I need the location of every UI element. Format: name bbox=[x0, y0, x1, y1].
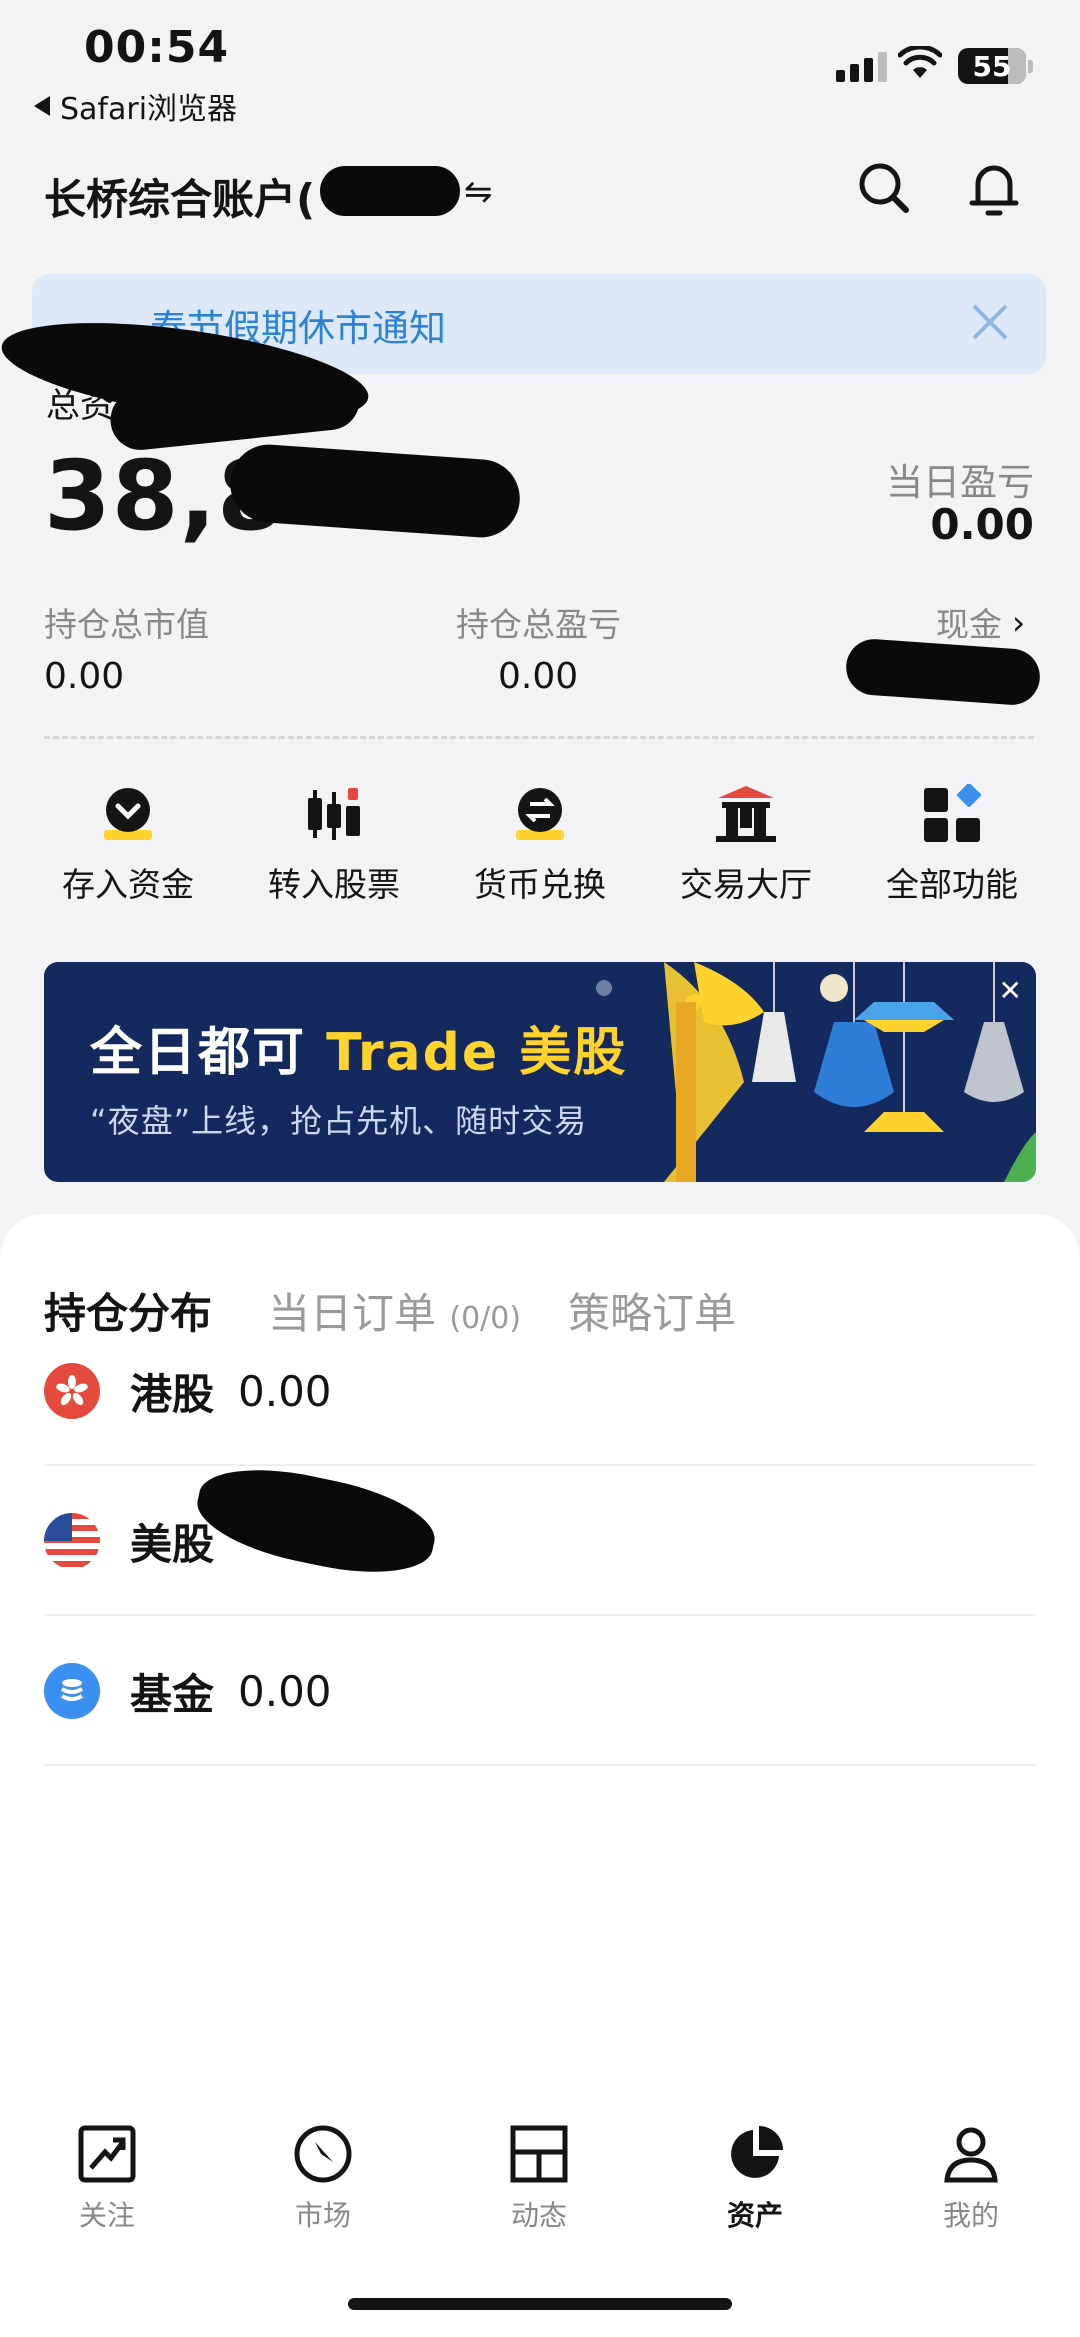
cash-link[interactable]: 现金 › bbox=[936, 598, 1025, 646]
holding-row-us[interactable]: 美股 bbox=[44, 1468, 1036, 1616]
divider bbox=[44, 736, 1034, 739]
nav-assets[interactable]: 资产 bbox=[690, 2124, 820, 2234]
market-value: 0.00 bbox=[44, 656, 125, 697]
exchange-icon bbox=[516, 788, 564, 840]
profile-icon bbox=[944, 2127, 998, 2183]
pie-chart-icon bbox=[731, 2126, 783, 2178]
candlestick-icon bbox=[308, 788, 360, 840]
account-name: 长桥综合账户( bbox=[44, 175, 316, 224]
all-functions-label: 全部功能 bbox=[886, 865, 1018, 904]
transfer-stock-button[interactable]: 转入股票 bbox=[254, 784, 414, 906]
market-value-label: 持仓总市值 bbox=[44, 605, 209, 644]
search-icon[interactable] bbox=[856, 160, 912, 220]
home-indicator[interactable] bbox=[348, 2298, 732, 2310]
nav-label: 市场 bbox=[294, 2199, 351, 2232]
deposit-icon bbox=[104, 788, 152, 840]
fund-icon bbox=[44, 1663, 100, 1719]
total-pnl-value: 0.00 bbox=[498, 656, 579, 697]
redaction bbox=[844, 637, 1042, 707]
redaction bbox=[320, 166, 460, 216]
battery-tip bbox=[1028, 60, 1033, 73]
banner-close-icon[interactable]: ✕ bbox=[999, 974, 1022, 1007]
day-pnl-value: 0.00 bbox=[930, 500, 1034, 549]
all-functions-button[interactable]: 全部功能 bbox=[872, 784, 1032, 906]
trading-hall-label: 交易大厅 bbox=[680, 865, 812, 904]
holding-name: 美股 bbox=[130, 1519, 215, 1569]
trading-hall-button[interactable]: 交易大厅 bbox=[666, 784, 826, 906]
holding-row-fund[interactable]: 基金 0.00 bbox=[44, 1618, 1036, 1766]
banner-title-yellow: Trade 美股 bbox=[326, 1023, 628, 1083]
nav-label: 关注 bbox=[78, 2199, 135, 2232]
chevron-right-icon: › bbox=[1012, 602, 1026, 642]
account-switcher[interactable]: 长桥综合账户( bbox=[44, 166, 315, 227]
hall-icon bbox=[716, 786, 776, 842]
close-icon[interactable] bbox=[970, 302, 1010, 346]
banner-subtitle: “夜盘”上线，抢占先机、随时交易 bbox=[90, 1102, 588, 1140]
nav-profile[interactable]: 我的 bbox=[906, 2124, 1036, 2234]
back-to-safari[interactable]: Safari浏览器 bbox=[34, 84, 237, 128]
holding-name: 港股 bbox=[130, 1369, 215, 1419]
holding-value: 0.00 bbox=[238, 1666, 332, 1716]
holding-name: 基金 bbox=[130, 1669, 215, 1719]
currency-exchange-button[interactable]: 货币兑换 bbox=[460, 784, 620, 906]
compass-icon bbox=[294, 2125, 352, 2183]
battery-icon: 55 bbox=[958, 48, 1026, 84]
deposit-label: 存入资金 bbox=[62, 865, 194, 904]
status-time: 00:54 bbox=[84, 22, 230, 73]
feed-icon bbox=[510, 2125, 568, 2183]
nav-label: 动态 bbox=[510, 2199, 567, 2232]
nav-feed[interactable]: 动态 bbox=[474, 2124, 604, 2234]
hk-flag-icon bbox=[44, 1363, 100, 1419]
holding-row-hk[interactable]: 港股 0.00 bbox=[44, 1318, 1036, 1466]
holding-value: 0.00 bbox=[238, 1366, 332, 1416]
watchlist-icon bbox=[78, 2125, 136, 2183]
nav-watchlist[interactable]: 关注 bbox=[42, 2124, 172, 2234]
back-app-label: Safari浏览器 bbox=[60, 92, 238, 127]
total-pnl-label: 持仓总盈亏 bbox=[456, 605, 621, 644]
day-pnl-label: 当日盈亏 bbox=[886, 461, 1034, 504]
back-triangle-icon bbox=[34, 96, 50, 116]
nav-label: 我的 bbox=[942, 2199, 999, 2232]
transfer-stock-label: 转入股票 bbox=[268, 865, 400, 904]
bell-icon[interactable] bbox=[966, 158, 1022, 222]
nav-market[interactable]: 市场 bbox=[258, 2124, 388, 2234]
currency-exchange-label: 货币兑换 bbox=[474, 865, 606, 904]
banner-title-white: 全日都可 bbox=[90, 1023, 327, 1083]
grid-icon bbox=[924, 784, 981, 842]
battery-level: 55 bbox=[972, 49, 1012, 83]
switch-account-icon[interactable]: ⇋ bbox=[464, 172, 493, 212]
cell-signal-icon bbox=[836, 52, 887, 82]
wifi-icon bbox=[897, 44, 943, 84]
banner-title: 全日都可 Trade 美股 bbox=[90, 1010, 627, 1085]
nav-label: 资产 bbox=[726, 2199, 783, 2232]
deposit-button[interactable]: 存入资金 bbox=[48, 784, 208, 906]
us-flag-icon bbox=[44, 1513, 100, 1569]
cash-label: 现金 bbox=[936, 605, 1002, 644]
